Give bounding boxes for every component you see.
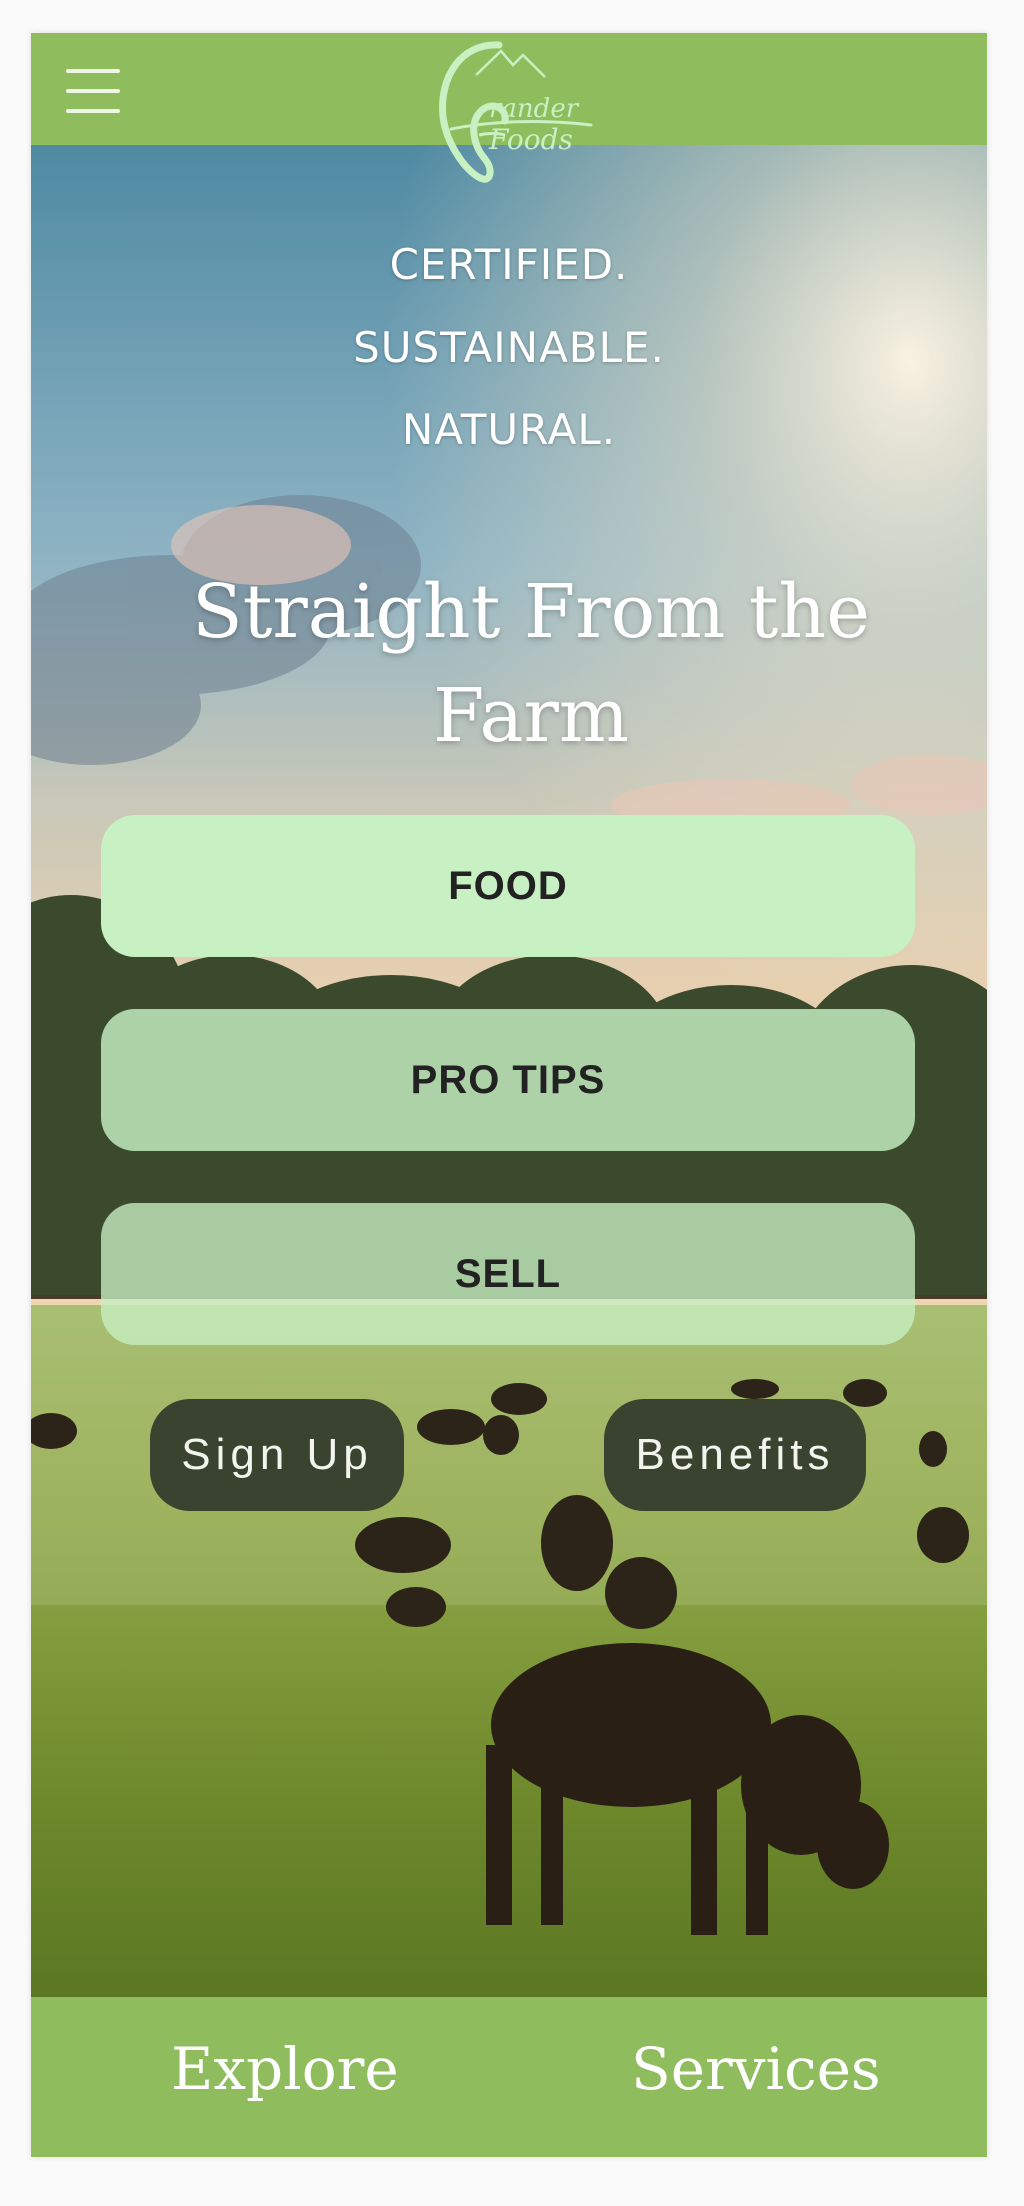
services-link[interactable]: Services <box>631 2035 881 2103</box>
benefits-button[interactable]: Benefits <box>604 1399 866 1511</box>
food-button[interactable]: FOOD <box>101 815 915 957</box>
tagline-sustainable: SUSTAINABLE. <box>353 323 665 372</box>
hero-section: CERTIFIED. SUSTAINABLE. NATURAL. Straigh… <box>31 145 987 1997</box>
grander-foods-logo[interactable]: rander Foods <box>421 37 601 187</box>
svg-text:Foods: Foods <box>488 123 573 156</box>
explore-link[interactable]: Explore <box>171 2035 399 2103</box>
pro-tips-button[interactable]: PRO TIPS <box>101 1009 915 1151</box>
sign-up-button[interactable]: Sign Up <box>150 1399 404 1511</box>
bottom-nav-bar: Explore Services <box>31 1997 987 2157</box>
tagline-natural: NATURAL. <box>401 405 617 454</box>
svg-text:rander: rander <box>489 94 580 124</box>
headline-line-2: Farm <box>433 673 629 759</box>
hamburger-menu-icon[interactable] <box>66 69 120 113</box>
tagline-certified: CERTIFIED. <box>389 240 629 289</box>
hero-headline: Straight From the Farm <box>161 560 901 768</box>
sell-button[interactable]: SELL <box>101 1203 915 1345</box>
headline-line-1: Straight From the <box>191 569 871 655</box>
app-screen: rander Foods CERTIFIED. SUSTAINABLE. NAT… <box>31 33 987 2157</box>
